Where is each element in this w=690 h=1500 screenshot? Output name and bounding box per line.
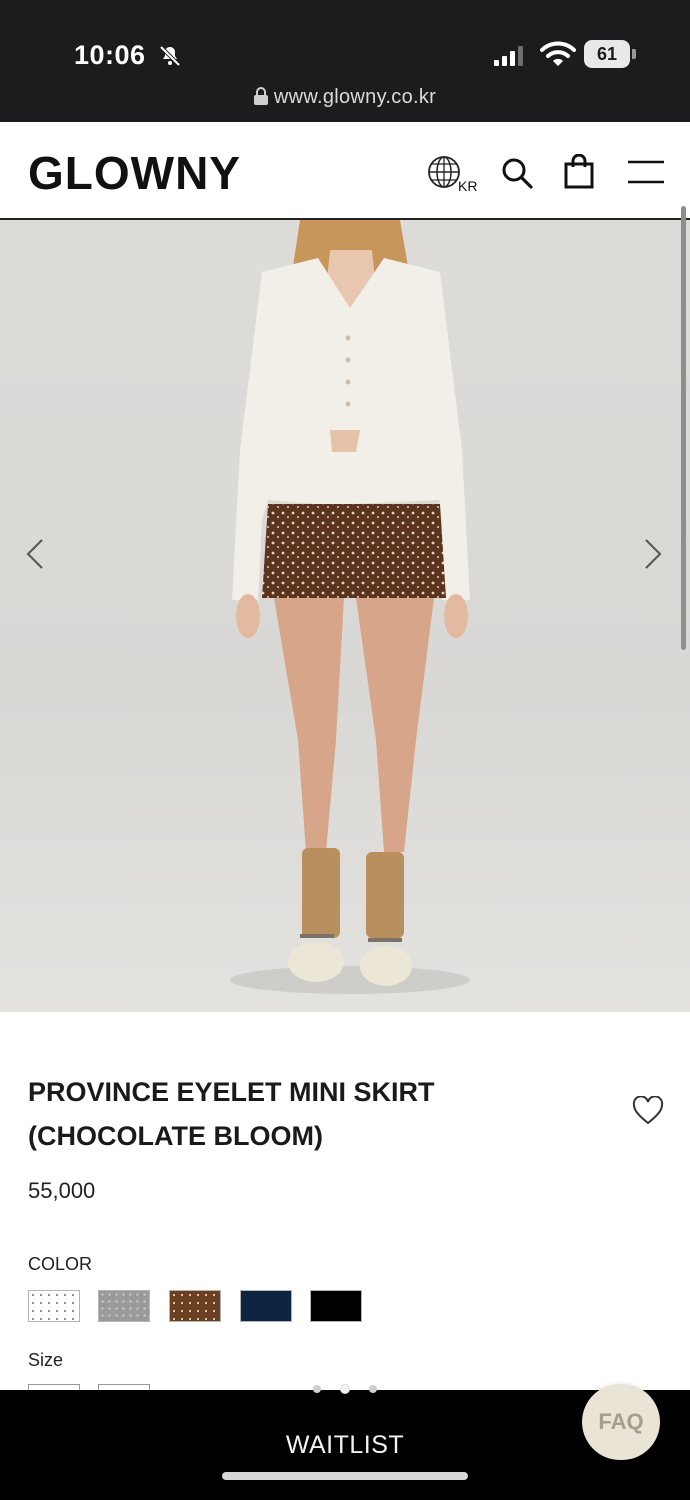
product-title-line2: (CHOCOLATE BLOOM) xyxy=(28,1121,323,1151)
product-image[interactable] xyxy=(0,220,690,1012)
page-scrollbar[interactable] xyxy=(681,206,686,650)
region-label[interactable]: KR xyxy=(458,178,477,194)
status-bar: 10:06 61 www.glowny.co.kr xyxy=(0,0,690,122)
shopping-bag-icon[interactable] xyxy=(562,154,596,190)
site-header: GLOWNY KR xyxy=(0,122,690,220)
battery-icon: 61 xyxy=(584,40,638,68)
swatch-black[interactable] xyxy=(310,1290,362,1322)
search-icon[interactable] xyxy=(500,156,534,190)
url-bar[interactable]: www.glowny.co.kr xyxy=(0,86,690,109)
color-label: COLOR xyxy=(28,1254,93,1274)
model-photo xyxy=(230,220,470,994)
product-title-line1: PROVINCE EYELET MINI SKIRT xyxy=(28,1077,435,1107)
chevron-left-icon[interactable] xyxy=(22,536,46,572)
chevron-right-icon[interactable] xyxy=(642,536,666,572)
globe-icon[interactable] xyxy=(426,154,462,190)
home-indicator xyxy=(222,1472,468,1480)
product-price: 55,000 xyxy=(28,1178,96,1203)
site-logo[interactable]: GLOWNY xyxy=(28,146,241,200)
product-title: PROVINCE EYELET MINI SKIRT (CHOCOLATE BL… xyxy=(28,1070,548,1158)
swatch-white[interactable] xyxy=(28,1290,80,1322)
swatch-gray[interactable] xyxy=(98,1290,150,1322)
wifi-icon xyxy=(540,41,576,66)
menu-icon[interactable] xyxy=(626,158,666,186)
url-text: www.glowny.co.kr xyxy=(273,86,437,108)
status-time: 10:06 xyxy=(74,40,146,70)
battery-level: 61 xyxy=(584,40,630,68)
lock-icon xyxy=(253,87,268,105)
swatch-chocolate[interactable] xyxy=(169,1290,221,1322)
faq-button[interactable]: FAQ xyxy=(582,1384,660,1460)
bell-off-icon xyxy=(159,45,181,67)
size-label: Size xyxy=(28,1350,64,1370)
swatch-navy[interactable] xyxy=(240,1290,292,1322)
signal-icon xyxy=(494,46,523,66)
heart-icon[interactable] xyxy=(632,1096,664,1126)
